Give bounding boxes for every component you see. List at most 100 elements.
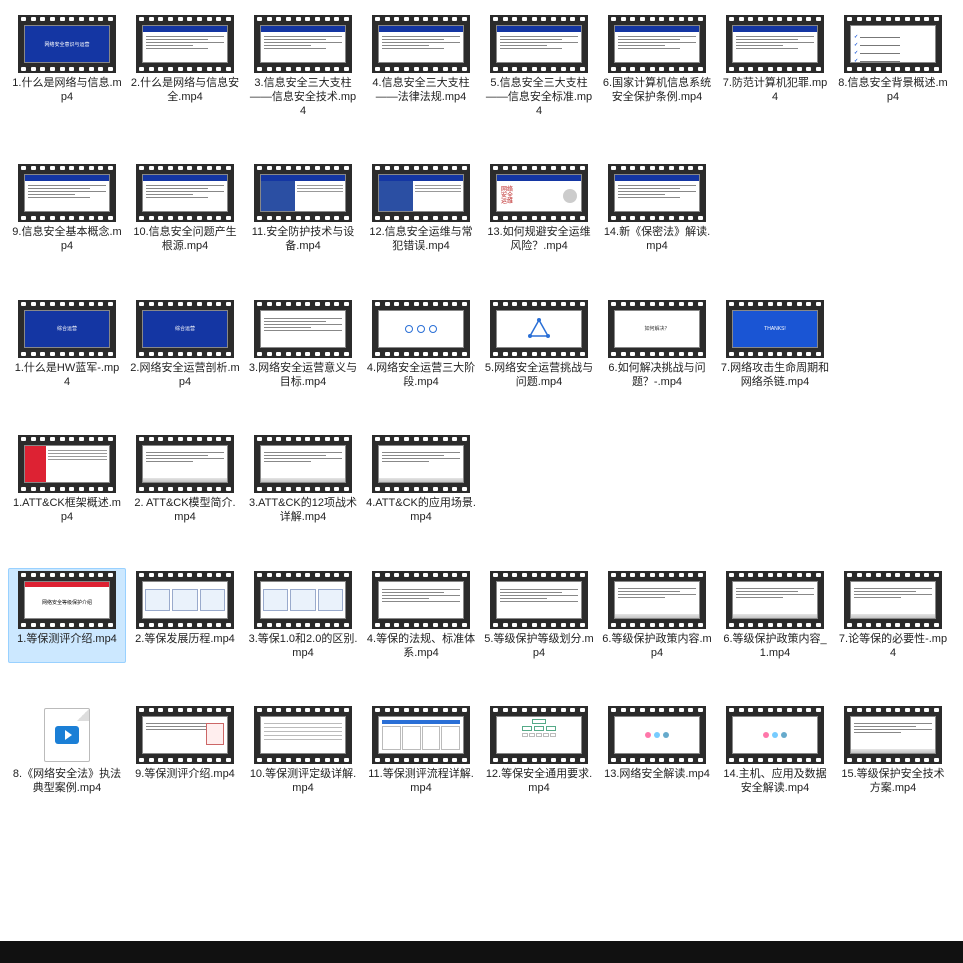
file-name-label: 11.等保测评流程详解.mp4: [366, 768, 476, 796]
file-name-label: 14.主机、应用及数据安全解读.mp4: [720, 768, 830, 796]
video-thumbnail: [18, 164, 116, 222]
file-item[interactable]: 2.等保发展历程.mp4: [126, 568, 244, 664]
video-thumbnail: [254, 706, 352, 764]
file-name-label: 1.什么是HW蓝军-.mp4: [12, 362, 122, 390]
slide-preview: [614, 581, 700, 619]
file-item[interactable]: 综合运营 1.什么是HW蓝军-.mp4: [8, 297, 126, 393]
video-thumbnail: [136, 706, 234, 764]
file-name-label: 4.等保的法规、标准体系.mp4: [366, 633, 476, 661]
file-item[interactable]: 6.等级保护政策内容.mp4: [598, 568, 716, 664]
file-item[interactable]: 14.主机、应用及数据安全解读.mp4: [716, 703, 834, 799]
file-item[interactable]: 网络安全意识与运营 1.什么是网络与信息.mp4: [8, 12, 126, 121]
slide-preview: [850, 581, 936, 619]
file-name-label: 2.网络安全运营剖析.mp4: [130, 362, 240, 390]
file-name-label: 2.等保发展历程.mp4: [135, 633, 235, 647]
file-item[interactable]: 9.等保测评介绍.mp4: [126, 703, 244, 799]
slide-preview: [260, 716, 346, 754]
file-item[interactable]: 2. ATT&CK模型简介.mp4: [126, 432, 244, 528]
file-item[interactable]: 12.等保安全通用要求.mp4: [480, 703, 598, 799]
slide-preview: 网络安全等级保护介绍: [24, 581, 110, 619]
file-item[interactable]: 6.等级保护政策内容_1.mp4: [716, 568, 834, 664]
file-item[interactable]: 11.安全防护技术与设备.mp4: [244, 161, 362, 257]
file-name-label: 5.信息安全三大支柱——信息安全标准.mp4: [484, 77, 594, 118]
video-thumbnail: [608, 706, 706, 764]
slide-preview: [260, 310, 346, 348]
file-item[interactable]: 4.信息安全三大支柱——法律法规.mp4: [362, 12, 480, 121]
slide-preview: [378, 310, 464, 348]
slide-preview: [378, 716, 464, 754]
file-name-label: 2. ATT&CK模型简介.mp4: [130, 497, 240, 525]
file-item[interactable]: 7.论等保的必要性-.mp4: [834, 568, 952, 664]
file-item[interactable]: 13.网络安全解读.mp4: [598, 703, 716, 799]
slide-preview: [378, 25, 464, 63]
file-name-label: 5.网络安全运营挑战与问题.mp4: [484, 362, 594, 390]
file-item[interactable]: 9.信息安全基本概念.mp4: [8, 161, 126, 257]
video-thumbnail: [254, 435, 352, 493]
file-item[interactable]: 5.网络安全运营挑战与问题.mp4: [480, 297, 598, 393]
video-thumbnail: 网络安全运维: [490, 164, 588, 222]
video-thumbnail: [608, 571, 706, 629]
slide-preview: [24, 445, 110, 483]
slide-preview: [614, 25, 700, 63]
video-thumbnail: [254, 300, 352, 358]
file-item[interactable]: 4.ATT&CK的应用场景.mp4: [362, 432, 480, 528]
file-item[interactable]: 网络安全运维 13.如何规避安全运维风险？.mp4: [480, 161, 598, 257]
video-thumbnail: [136, 15, 234, 73]
file-item[interactable]: 综合运营 2.网络安全运营剖析.mp4: [126, 297, 244, 393]
file-name-label: 11.安全防护技术与设备.mp4: [248, 226, 358, 254]
file-item[interactable]: 如何解决？ 6.如何解决挑战与问题？-.mp4: [598, 297, 716, 393]
video-thumbnail: [372, 706, 470, 764]
file-name-label: 13.网络安全解读.mp4: [604, 768, 710, 782]
slide-preview: 如何解决？: [614, 310, 700, 348]
file-item[interactable]: 15.等级保护安全技术方案.mp4: [834, 703, 952, 799]
file-name-label: 7.网络攻击生命周期和网络杀链.mp4: [720, 362, 830, 390]
video-thumbnail: [136, 571, 234, 629]
slide-preview: 网络安全运维: [496, 174, 582, 212]
video-icon: [32, 706, 102, 764]
file-item[interactable]: THANKS! 7.网络攻击生命周期和网络杀链.mp4: [716, 297, 834, 393]
slide-preview: [260, 174, 346, 212]
slide-preview: [732, 25, 818, 63]
file-item[interactable]: 5.信息安全三大支柱——信息安全标准.mp4: [480, 12, 598, 121]
file-name-label: 6.等级保护政策内容_1.mp4: [720, 633, 830, 661]
file-item[interactable]: 3.等保1.0和2.0的区别.mp4: [244, 568, 362, 664]
file-name-label: 3.ATT&CK的12项战术详解.mp4: [248, 497, 358, 525]
slide-preview: THANKS!: [732, 310, 818, 348]
video-thumbnail: THANKS!: [726, 300, 824, 358]
file-item[interactable]: 6.国家计算机信息系统安全保护条例.mp4: [598, 12, 716, 121]
video-thumbnail: 如何解决？: [608, 300, 706, 358]
file-item[interactable]: 2.什么是网络与信息安全.mp4: [126, 12, 244, 121]
file-item[interactable]: 1.ATT&CK框架概述.mp4: [8, 432, 126, 528]
file-item[interactable]: 10.等保测评定级详解.mp4: [244, 703, 362, 799]
file-name-label: 12.信息安全运维与常犯错误.mp4: [366, 226, 476, 254]
video-thumbnail: [726, 15, 824, 73]
file-item[interactable]: 3.ATT&CK的12项战术详解.mp4: [244, 432, 362, 528]
file-item[interactable]: 3.信息安全三大支柱——信息安全技术.mp4: [244, 12, 362, 121]
slide-preview: 综合运营: [142, 310, 228, 348]
video-thumbnail: [136, 164, 234, 222]
file-name-label: 3.网络安全运营意义与目标.mp4: [248, 362, 358, 390]
file-item[interactable]: 8.信息安全背景概述.mp4: [834, 12, 952, 121]
file-item[interactable]: 5.等级保护等级划分.mp4: [480, 568, 598, 664]
slide-preview: [614, 174, 700, 212]
file-item[interactable]: 12.信息安全运维与常犯错误.mp4: [362, 161, 480, 257]
slide-preview: [24, 174, 110, 212]
video-thumbnail: [254, 15, 352, 73]
file-item[interactable]: 网络安全等级保护介绍 1.等保测评介绍.mp4: [8, 568, 126, 664]
file-item[interactable]: 4.网络安全运营三大阶段.mp4: [362, 297, 480, 393]
file-name-label: 12.等保安全通用要求.mp4: [484, 768, 594, 796]
file-name-label: 7.防范计算机犯罪.mp4: [720, 77, 830, 105]
file-item[interactable]: 4.等保的法规、标准体系.mp4: [362, 568, 480, 664]
slide-preview: [142, 174, 228, 212]
file-item[interactable]: 8.《网络安全法》执法典型案例.mp4: [8, 703, 126, 799]
file-name-label: 1.什么是网络与信息.mp4: [12, 77, 122, 105]
file-item[interactable]: 7.防范计算机犯罪.mp4: [716, 12, 834, 121]
video-thumbnail: [372, 300, 470, 358]
file-item[interactable]: 3.网络安全运营意义与目标.mp4: [244, 297, 362, 393]
file-item[interactable]: 11.等保测评流程详解.mp4: [362, 703, 480, 799]
slide-preview: [496, 25, 582, 63]
video-thumbnail: 网络安全等级保护介绍: [18, 571, 116, 629]
file-item[interactable]: 14.新《保密法》解读.mp4: [598, 161, 716, 257]
file-item[interactable]: 10.信息安全问题产生根源.mp4: [126, 161, 244, 257]
file-name-label: 7.论等保的必要性-.mp4: [838, 633, 948, 661]
